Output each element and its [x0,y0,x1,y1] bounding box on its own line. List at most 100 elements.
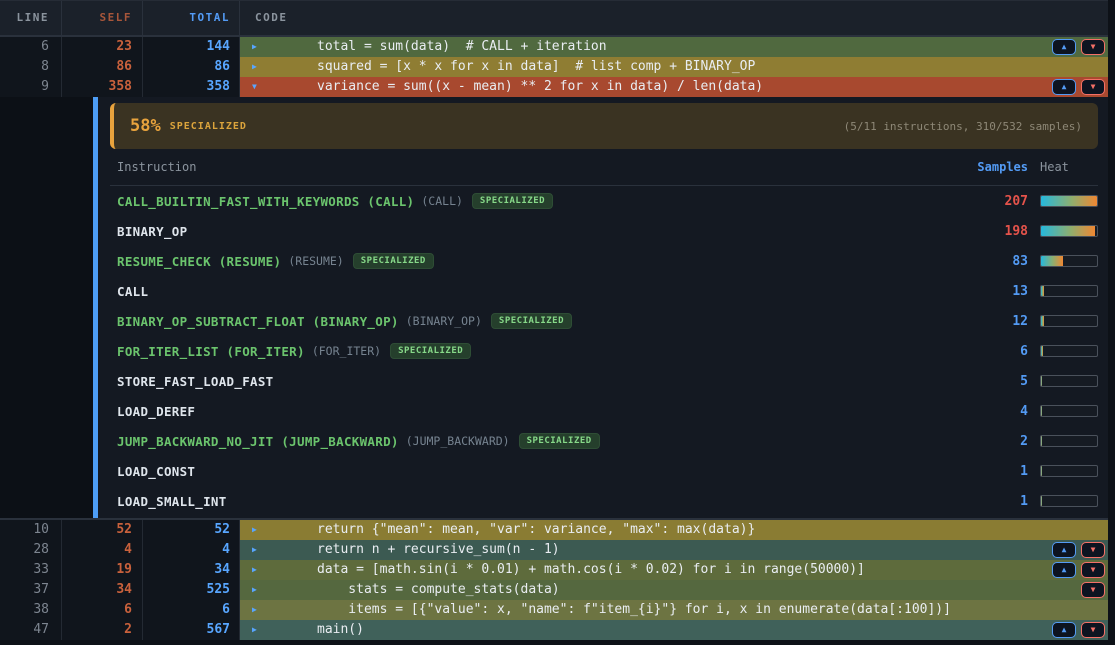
instruction-samples: 2 [968,434,1028,449]
jump-up-button[interactable]: ▲ [1052,79,1076,95]
jump-down-button[interactable]: ▼ [1081,622,1105,638]
code-text: squared = [x * x for x in data] # list c… [240,57,755,77]
code-text: total = sum(data) # CALL + iteration [240,37,607,57]
line-number: 8 [0,57,62,77]
self-samples: 6 [62,600,143,620]
instruction-row: LOAD_CONST 1 [110,456,1098,486]
total-samples: 34 [143,560,240,580]
specialized-badge: SPECIALIZED [472,193,553,209]
code-row-line-9-expanded: 9 358 358 ▼ variance = sum((x - mean) **… [0,77,1108,97]
column-header-code: CODE [240,1,1108,35]
instruction-base-name: (FOR_ITER) [312,344,381,358]
expand-icon[interactable]: ▶ [252,520,257,540]
expand-icon[interactable]: ▶ [252,580,257,600]
jump-down-button[interactable]: ▼ [1081,542,1105,558]
column-header-heat[interactable]: Heat [1040,160,1098,174]
heat-bar-fill [1041,226,1095,236]
column-header-instruction[interactable]: Instruction [117,160,968,174]
instruction-name: CALL [117,284,148,299]
column-header-samples[interactable]: Samples [968,160,1028,174]
instruction-row: BINARY_OP_SUBTRACT_FLOAT (BINARY_OP) (BI… [110,306,1098,336]
expand-icon[interactable]: ▶ [252,57,257,77]
self-samples: 52 [62,520,143,540]
self-samples: 86 [62,57,143,77]
line-number: 6 [0,37,62,57]
expand-icon[interactable]: ▶ [252,37,257,57]
total-samples: 358 [143,77,240,97]
specialized-percent: 58% [130,116,161,136]
instruction-name: LOAD_SMALL_INT [117,494,227,509]
self-samples: 19 [62,560,143,580]
column-header-total[interactable]: TOTAL [143,1,240,35]
expand-icon[interactable]: ▶ [252,540,257,560]
total-samples: 525 [143,580,240,600]
code-text: items = [{"value": x, "name": f"item_{i}… [240,600,951,620]
heat-bar-fill [1041,376,1042,386]
total-samples: 86 [143,57,240,77]
expand-icon[interactable]: ▶ [252,560,257,580]
self-samples: 23 [62,37,143,57]
instruction-samples: 207 [968,194,1028,209]
line-number: 10 [0,520,62,540]
instruction-row: RESUME_CHECK (RESUME) (RESUME) SPECIALIZ… [110,246,1098,276]
specialized-badge: SPECIALIZED [353,253,434,269]
heat-bar-fill [1041,256,1063,266]
instruction-name: RESUME_CHECK (RESUME) [117,254,281,269]
line-number: 38 [0,600,62,620]
code-text: return {"mean": mean, "var": variance, "… [240,520,755,540]
line-number: 28 [0,540,62,560]
heat-bar-fill [1041,406,1042,416]
jump-up-button[interactable]: ▲ [1052,622,1076,638]
heat-bar [1040,405,1098,417]
instruction-row: FOR_ITER_LIST (FOR_ITER) (FOR_ITER) SPEC… [110,336,1098,366]
code-row-line-33: 33 19 34 ▶ data = [math.sin(i * 0.01) + … [0,560,1108,580]
column-header-self[interactable]: SELF [62,1,143,35]
expand-icon[interactable]: ▶ [252,600,257,620]
instruction-name: BINARY_OP [117,224,187,239]
code-cell: ▶ items = [{"value": x, "name": f"item_{… [240,600,1108,620]
profiler-app: LINE SELF TOTAL CODE 6 23 144 ▶ total = … [0,0,1108,645]
heat-bar-fill [1041,316,1044,326]
jump-up-button[interactable]: ▲ [1052,542,1076,558]
column-header-line[interactable]: LINE [0,1,62,35]
instruction-base-name: (JUMP_BACKWARD) [406,434,510,448]
heat-bar [1040,195,1098,207]
code-cell: ▶ main() ▲ ▼ [240,620,1108,640]
jump-up-button[interactable]: ▲ [1052,562,1076,578]
code-cell: ▼ variance = sum((x - mean) ** 2 for x i… [240,77,1108,97]
instruction-name: JUMP_BACKWARD_NO_JIT (JUMP_BACKWARD) [117,434,399,449]
code-row-line-47: 47 2 567 ▶ main() ▲ ▼ [0,620,1108,640]
instruction-samples: 5 [968,374,1028,389]
instruction-row: CALL_BUILTIN_FAST_WITH_KEYWORDS (CALL) (… [110,186,1098,216]
jump-down-button[interactable]: ▼ [1081,562,1105,578]
heat-bar-fill [1041,346,1043,356]
self-samples: 358 [62,77,143,97]
instruction-detail-panel: 58% SPECIALIZED (5/11 instructions, 310/… [0,97,1108,518]
total-samples: 52 [143,520,240,540]
code-cell: ▶ return {"mean": mean, "var": variance,… [240,520,1108,540]
instruction-base-name: (BINARY_OP) [406,314,482,328]
total-samples: 4 [143,540,240,560]
heat-bar-fill [1041,496,1042,506]
collapse-icon[interactable]: ▼ [252,77,257,97]
code-cell: ▶ stats = compute_stats(data) ▼ [240,580,1108,600]
expand-icon[interactable]: ▶ [252,620,257,640]
jump-up-button[interactable]: ▲ [1052,39,1076,55]
table-header: LINE SELF TOTAL CODE [0,0,1108,37]
instruction-row: JUMP_BACKWARD_NO_JIT (JUMP_BACKWARD) (JU… [110,426,1098,456]
heat-bar-fill [1041,286,1044,296]
instruction-samples: 83 [968,254,1028,269]
heat-bar [1040,225,1098,237]
specialized-detail: (5/11 instructions, 310/532 samples) [844,120,1082,133]
instruction-row: BINARY_OP 198 [110,216,1098,246]
jump-down-button[interactable]: ▼ [1081,79,1105,95]
jump-down-button[interactable]: ▼ [1081,39,1105,55]
code-text: data = [math.sin(i * 0.01) + math.cos(i … [240,560,865,580]
instruction-samples: 1 [968,464,1028,479]
instruction-base-name: (RESUME) [288,254,343,268]
jump-down-button[interactable]: ▼ [1081,582,1105,598]
heat-bar-fill [1041,466,1042,476]
line-number: 9 [0,77,62,97]
instruction-base-name: (CALL) [421,194,463,208]
code-cell: ▶ return n + recursive_sum(n - 1) ▲ ▼ [240,540,1108,560]
